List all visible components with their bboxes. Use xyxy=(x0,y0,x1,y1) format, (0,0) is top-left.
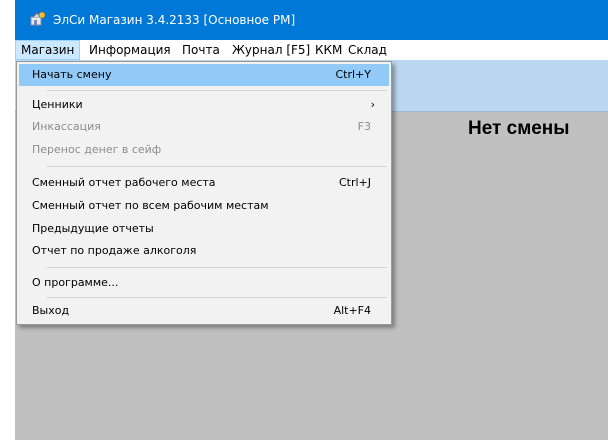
submenu-arrow-icon: › xyxy=(370,98,375,111)
menu-item-label: Перенос денег в сейф xyxy=(32,143,162,156)
menu-item-label: О программе... xyxy=(32,276,119,289)
menu-separator xyxy=(47,90,387,91)
app-logo-icon xyxy=(30,11,46,26)
menu-item-shortcut: F3 xyxy=(357,120,371,133)
menu-item-shift-report-workstation[interactable]: Сменный отчет рабочего места Ctrl+J xyxy=(19,172,389,194)
window-title: ЭлСи Магазин 3.4.2133 [Основное РМ] xyxy=(53,13,296,27)
menu-informatsiya[interactable]: Информация xyxy=(84,40,176,60)
menu-item-label: Начать смену xyxy=(32,68,112,81)
menu-item-label: Сменный отчет по всем рабочим местам xyxy=(32,199,269,212)
menu-item-collection[interactable]: Инкассация F3 xyxy=(19,116,389,138)
menu-pochta[interactable]: Почта xyxy=(177,40,225,60)
menu-sklad[interactable]: Склад xyxy=(343,40,392,60)
menu-separator xyxy=(47,267,387,268)
title-bar[interactable]: ЭлСи Магазин 3.4.2133 [Основное РМ] xyxy=(15,0,608,40)
menu-separator xyxy=(47,297,387,298)
menu-item-start-shift[interactable]: Начать смену Ctrl+Y xyxy=(19,64,389,86)
menu-separator xyxy=(47,166,387,167)
menu-item-previous-reports[interactable]: Предыдущие отчеты xyxy=(19,218,389,240)
menu-item-about[interactable]: О программе... xyxy=(19,272,389,294)
menu-item-label: Отчет по продаже алкоголя xyxy=(32,244,197,257)
menu-kkm[interactable]: ККМ xyxy=(310,40,347,60)
magazin-dropdown-menu: Начать смену Ctrl+Y Ценники › Инкассация… xyxy=(16,61,392,325)
menu-item-exit[interactable]: Выход Alt+F4 xyxy=(19,300,389,322)
menu-magazin[interactable]: Магазин xyxy=(15,40,81,60)
menu-item-label: Ценники xyxy=(32,98,83,111)
shift-status-text: Нет смены xyxy=(468,118,570,139)
menu-item-shortcut: Ctrl+Y xyxy=(335,68,371,81)
menu-item-shift-report-all[interactable]: Сменный отчет по всем рабочим местам xyxy=(19,195,389,217)
menu-item-label: Инкассация xyxy=(32,120,101,133)
menu-zhurnal[interactable]: Журнал [F5] xyxy=(227,40,315,60)
menu-item-transfer-to-safe[interactable]: Перенос денег в сейф xyxy=(19,139,389,161)
menu-item-alcohol-report[interactable]: Отчет по продаже алкоголя xyxy=(19,240,389,262)
menu-item-label: Сменный отчет рабочего места xyxy=(32,176,216,189)
menu-item-shortcut: Alt+F4 xyxy=(333,304,371,317)
menu-item-label: Выход xyxy=(32,304,70,317)
menu-item-price-tags[interactable]: Ценники › xyxy=(19,94,389,116)
menu-bar: Магазин Информация Почта Журнал [F5] ККМ… xyxy=(15,40,608,60)
menu-item-shortcut: Ctrl+J xyxy=(338,176,371,189)
menu-item-label: Предыдущие отчеты xyxy=(32,222,154,235)
